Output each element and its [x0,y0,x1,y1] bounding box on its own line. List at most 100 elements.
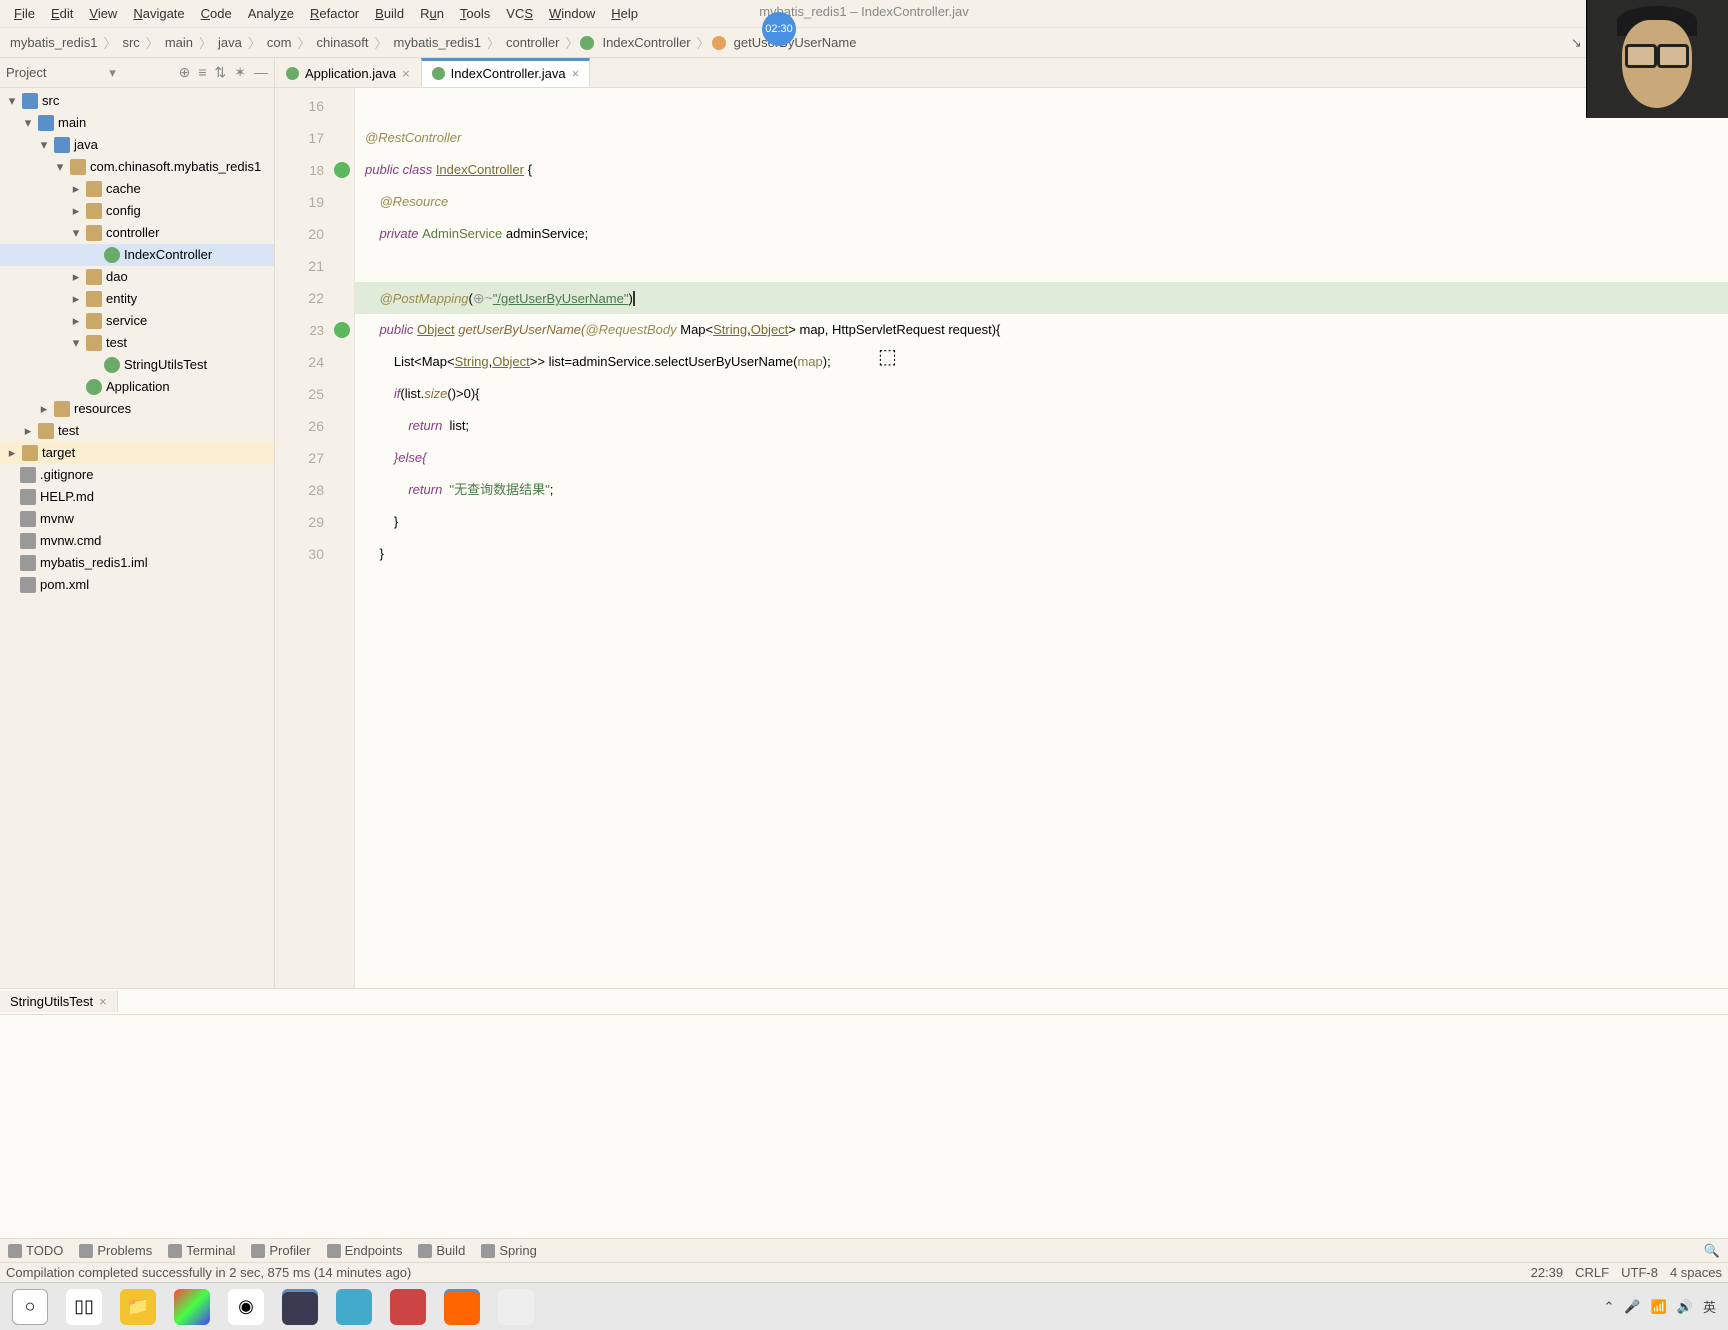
code-editor[interactable]: 16 17 18 19 20 21 22 23 24 25 26 27 28 2… [275,88,1728,988]
start-button[interactable]: ○ [12,1289,48,1325]
menu-navigate[interactable]: Navigate [125,4,192,23]
intellij-app[interactable] [282,1289,318,1325]
tree-label[interactable]: dao [106,268,128,286]
tree-label[interactable]: java [74,136,98,154]
tab-indexcontroller[interactable]: IndexController.java× [421,58,591,87]
status-indent[interactable]: 4 spaces [1670,1265,1722,1280]
close-icon[interactable]: × [572,66,580,81]
tree-label[interactable]: entity [106,290,137,308]
run-tab[interactable]: StringUtilsTest× [0,991,118,1012]
method-icon [712,36,726,50]
tree-label[interactable]: pom.xml [40,576,89,594]
tree-label[interactable]: src [42,92,59,110]
crumb-item[interactable]: com [263,33,296,52]
postman-app[interactable] [444,1289,480,1325]
tree-label[interactable]: Application [106,378,170,396]
crumb-item[interactable]: src [118,33,143,52]
crumb-item[interactable]: main [161,33,197,52]
tree-label[interactable]: .gitignore [40,466,93,484]
volume-icon[interactable]: 🔊 [1677,1299,1693,1315]
chrome-app[interactable]: ◉ [228,1289,264,1325]
tw-endpoints[interactable]: Endpoints [327,1243,403,1258]
search-icon[interactable]: ↘ [1571,35,1587,51]
edge-app[interactable] [174,1289,210,1325]
tree-label[interactable]: HELP.md [40,488,94,506]
tw-spring[interactable]: Spring [481,1243,537,1258]
system-tray[interactable]: ⌃ 🎤 📶 🔊 英 [1604,1297,1716,1316]
tree-item-indexcontroller[interactable]: IndexController [0,244,274,266]
project-sidebar: Project ▾ ⊕ ≡ ⇅ ✶ — ▾src ▾main ▾java ▾co… [0,58,275,988]
tree-label[interactable]: controller [106,224,159,242]
app-icon[interactable] [336,1289,372,1325]
tree-label[interactable]: resources [74,400,131,418]
menu-run[interactable]: Run [412,4,452,23]
menu-build[interactable]: Build [367,4,412,23]
app-icon[interactable] [498,1289,534,1325]
menu-tools[interactable]: Tools [452,4,498,23]
tree-label[interactable]: com.chinasoft.mybatis_redis1 [90,158,261,176]
status-encoding[interactable]: UTF-8 [1621,1265,1658,1280]
tree-label[interactable]: cache [106,180,141,198]
package-icon [86,335,102,351]
crumb-item[interactable]: IndexController [598,33,694,52]
webcam-overlay [1586,0,1728,118]
tw-problems[interactable]: Problems [79,1243,152,1258]
microphone-icon[interactable]: 🎤 [1624,1299,1640,1315]
tree-label[interactable]: service [106,312,147,330]
task-view-button[interactable]: ▯▯ [66,1289,102,1325]
tree-label[interactable]: StringUtilsTest [124,356,207,374]
breadcrumb[interactable]: mybatis_redis1〉 src〉 main〉 java〉 com〉 ch… [6,33,860,52]
status-position[interactable]: 22:39 [1531,1265,1564,1280]
tree-label[interactable]: target [42,444,75,462]
close-icon[interactable]: × [402,66,410,81]
menu-refactor[interactable]: Refactor [302,4,367,23]
tw-search[interactable]: 🔍 [1704,1243,1720,1259]
run-gutter-icon[interactable] [334,162,350,178]
menu-analyze[interactable]: Analyze [240,4,302,23]
menu-edit[interactable]: Edit [43,4,81,23]
tree-label[interactable]: config [106,202,141,220]
tw-build[interactable]: Build [418,1243,465,1258]
run-gutter-icon[interactable] [334,322,350,338]
project-tree[interactable]: ▾src ▾main ▾java ▾com.chinasoft.mybatis_… [0,88,274,988]
explorer-app[interactable]: 📁 [120,1289,156,1325]
tool-window-bar: TODO Problems Terminal Profiler Endpoint… [0,1238,1728,1262]
tw-profiler[interactable]: Profiler [251,1243,310,1258]
tree-label[interactable]: test [106,334,127,352]
expand-icon[interactable]: ≡ [198,64,206,81]
gear-icon[interactable]: ✶ [234,64,246,81]
menu-vcs[interactable]: VCS [498,4,541,23]
wifi-icon[interactable]: 📶 [1651,1299,1667,1315]
sidebar-header-label[interactable]: Project [6,65,46,80]
menu-window[interactable]: Window [541,4,603,23]
tree-label[interactable]: main [58,114,86,132]
status-lineending[interactable]: CRLF [1575,1265,1609,1280]
ime-indicator[interactable]: 英 [1703,1297,1716,1316]
menu-code[interactable]: Code [193,4,240,23]
collapse-icon[interactable]: ⇅ [215,64,227,81]
code-content[interactable]: @RestController public class IndexContro… [355,88,1728,988]
tree-label[interactable]: test [58,422,79,440]
menu-help[interactable]: Help [603,4,646,23]
close-icon[interactable]: × [99,994,107,1009]
app-icon[interactable] [390,1289,426,1325]
tw-terminal[interactable]: Terminal [168,1243,235,1258]
chevron-up-icon[interactable]: ⌃ [1604,1299,1615,1315]
tw-todo[interactable]: TODO [8,1243,63,1258]
crumb-item[interactable]: java [214,33,246,52]
crumb-item[interactable]: getUserByUserName [730,33,861,52]
locate-icon[interactable]: ⊕ [179,64,191,81]
tree-label[interactable]: mvnw.cmd [40,532,101,550]
tree-label[interactable]: mybatis_redis1.iml [40,554,148,572]
menu-view[interactable]: View [81,4,125,23]
crumb-item[interactable]: chinasoft [312,33,372,52]
hide-icon[interactable]: — [254,64,268,81]
build-icon [418,1244,432,1258]
menu-file[interactable]: File [6,4,43,23]
crumb-item[interactable]: mybatis_redis1 [6,33,101,52]
crumb-item[interactable]: controller [502,33,563,52]
tab-application[interactable]: Application.java× [275,60,421,87]
profiler-icon [251,1244,265,1258]
tree-label[interactable]: mvnw [40,510,74,528]
crumb-item[interactable]: mybatis_redis1 [390,33,485,52]
